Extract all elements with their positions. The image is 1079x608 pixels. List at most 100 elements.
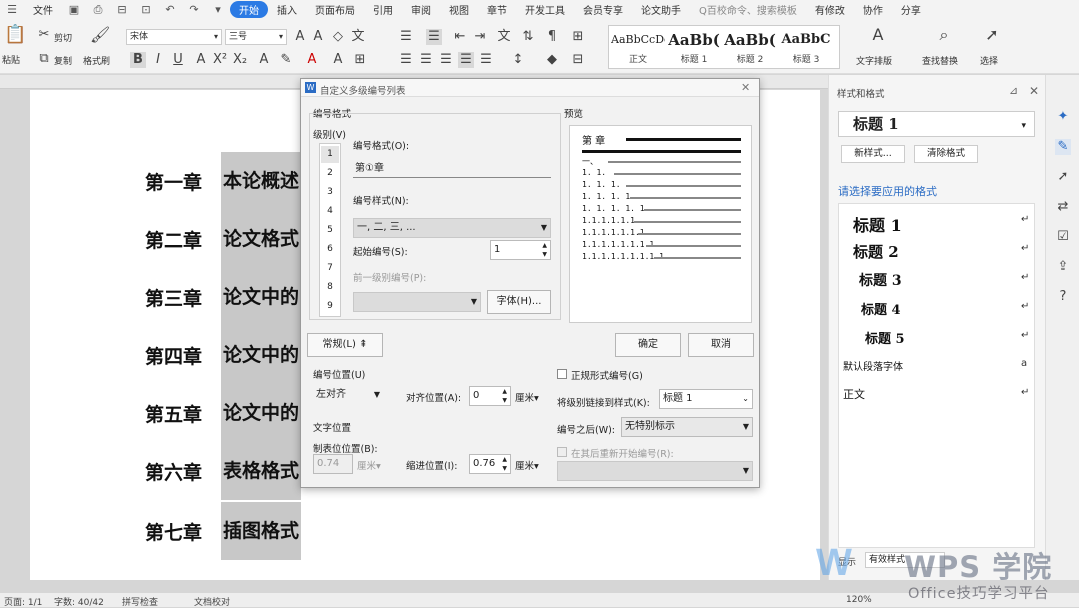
- help-icon[interactable]: ?: [1055, 289, 1071, 305]
- save-icon[interactable]: ▣: [66, 2, 82, 18]
- pen-tool-icon[interactable]: ✎: [1055, 139, 1071, 155]
- restart-select[interactable]: ▼: [557, 461, 753, 481]
- style-heading-3[interactable]: AaBbC 标题 3: [779, 28, 833, 66]
- tab-layout[interactable]: 页面布局: [306, 2, 364, 17]
- redo-icon[interactable]: ↷: [186, 2, 202, 18]
- table-icon[interactable]: ⊞: [570, 29, 586, 45]
- level-item-9[interactable]: 9: [321, 298, 339, 315]
- chapter-heading-7[interactable]: 第七章 插图格式: [145, 502, 302, 560]
- style-tool-icon[interactable]: ✦: [1055, 109, 1071, 125]
- tab-pos-spinner[interactable]: 0.74: [313, 454, 353, 474]
- char-border-icon[interactable]: A: [330, 52, 346, 68]
- panel-pin-icon[interactable]: ⊿: [1009, 84, 1018, 97]
- level-item-5[interactable]: 5: [321, 222, 339, 239]
- align-right-icon[interactable]: ☰: [438, 52, 454, 68]
- superscript-icon[interactable]: X²: [212, 52, 228, 68]
- style-heading-1[interactable]: AaBb(标题 1: [667, 28, 721, 66]
- tab-dev[interactable]: 开发工具: [516, 2, 574, 17]
- bullets-icon[interactable]: ☰: [398, 29, 414, 45]
- cursor-icon[interactable]: ➚: [984, 27, 1000, 43]
- chapter-heading-1[interactable]: 第一章 本论概述: [145, 152, 302, 210]
- tab-chapter[interactable]: 章节: [478, 2, 516, 17]
- tab-view[interactable]: 视图: [440, 2, 478, 17]
- chapter-heading-6[interactable]: 第六章 表格格式: [145, 442, 302, 500]
- shrink-font-icon[interactable]: A: [310, 29, 326, 45]
- level-item-3[interactable]: 3: [321, 184, 339, 201]
- level-item-4[interactable]: 4: [321, 203, 339, 220]
- search-box[interactable]: Q百校命令、搜索模板: [690, 2, 806, 17]
- spell-check[interactable]: 拼写检查: [122, 595, 158, 608]
- underline-icon[interactable]: U: [170, 52, 186, 68]
- clear-format-button[interactable]: 清除格式: [914, 145, 978, 163]
- cancel-button[interactable]: 取消: [688, 333, 754, 357]
- indent-spinner[interactable]: 0.76 ▲ ▼: [469, 454, 511, 474]
- format-input[interactable]: 第①章: [353, 160, 551, 178]
- level-item-1[interactable]: 1: [321, 146, 339, 163]
- text-effect-icon[interactable]: A: [256, 52, 272, 68]
- align-unit-select[interactable]: 厘米▾: [515, 390, 539, 404]
- style-normal[interactable]: AaBbCcDd正文: [611, 28, 665, 66]
- level-item-6[interactable]: 6: [321, 241, 339, 258]
- attribute-tool-icon[interactable]: ⇄: [1055, 199, 1071, 215]
- doc-check[interactable]: 文档校对: [194, 595, 230, 608]
- chapter-heading-5[interactable]: 第五章 论文中的: [145, 384, 302, 442]
- chinese-layout-icon[interactable]: 文: [496, 29, 512, 45]
- current-style-select[interactable]: 标题 1 ▾: [838, 111, 1035, 137]
- preview-icon[interactable]: ⊡: [138, 2, 154, 18]
- print-icon[interactable]: ⊟: [114, 2, 130, 18]
- strikethrough-icon[interactable]: A: [193, 52, 209, 68]
- undo-icon[interactable]: ↶: [162, 2, 178, 18]
- tab-start[interactable]: 开始: [230, 1, 268, 18]
- find-replace-label[interactable]: 查找替换: [922, 54, 958, 67]
- page-count[interactable]: 页面: 1/1: [4, 595, 42, 608]
- sort-icon[interactable]: ⇅: [520, 29, 536, 45]
- text-style-label[interactable]: 文字排版: [856, 54, 892, 67]
- level-item-2[interactable]: 2: [321, 165, 339, 182]
- paste-label[interactable]: 粘贴: [2, 53, 20, 66]
- numbering-icon[interactable]: ☰: [426, 29, 442, 45]
- char-shade-icon[interactable]: ⊞: [352, 52, 368, 68]
- paste-icon[interactable]: 📋: [4, 26, 26, 44]
- export-icon[interactable]: ⎙: [90, 2, 106, 18]
- clear-format-icon[interactable]: ◇: [330, 29, 346, 45]
- tab-insert[interactable]: 插入: [268, 2, 306, 17]
- italic-icon[interactable]: I: [150, 52, 166, 68]
- panel-close-icon[interactable]: ✕: [1029, 84, 1039, 98]
- align-left-icon[interactable]: ☰: [398, 52, 414, 68]
- style-item-default-font[interactable]: 默认段落字体: [843, 358, 903, 373]
- line-spacing-icon[interactable]: ↕: [510, 52, 526, 68]
- style-item-h5[interactable]: 标题 5: [865, 328, 905, 347]
- bold-icon[interactable]: B: [130, 52, 146, 68]
- cut-icon[interactable]: ✂: [36, 27, 52, 43]
- word-count[interactable]: 字数: 40/42: [54, 595, 104, 608]
- style-item-h2[interactable]: 标题 2: [853, 241, 899, 262]
- align-center-icon[interactable]: ☰: [418, 52, 434, 68]
- after-number-select[interactable]: 无特别标示 ▼: [621, 417, 753, 437]
- select-tool-icon[interactable]: ➚: [1055, 169, 1071, 185]
- format-painter-label[interactable]: 格式刷: [83, 54, 110, 67]
- tab-paper[interactable]: 论文助手: [632, 2, 690, 17]
- text-style-icon[interactable]: A: [870, 27, 886, 43]
- style-item-h3[interactable]: 标题 3: [859, 270, 902, 290]
- font-color-icon[interactable]: A: [304, 52, 320, 68]
- show-marks-icon[interactable]: ¶: [544, 29, 560, 45]
- format-painter-icon[interactable]: 🖌: [90, 27, 110, 43]
- chapter-heading-3[interactable]: 第三章 论文中的: [145, 268, 302, 326]
- ok-button[interactable]: 确定: [615, 333, 681, 357]
- grow-font-icon[interactable]: A: [292, 29, 308, 45]
- number-style-select[interactable]: 一, 二, 三, ... ▼: [353, 218, 551, 238]
- style-item-body[interactable]: 正文: [843, 386, 865, 402]
- style-heading-2[interactable]: AaBb(标题 2: [723, 28, 777, 66]
- alignment-select[interactable]: 左对齐 ▼: [313, 386, 383, 406]
- new-style-button[interactable]: 新样式...: [841, 145, 905, 163]
- link-style-select[interactable]: 标题 1 ⌄: [659, 389, 753, 409]
- outdent-icon[interactable]: ⇤: [452, 29, 468, 45]
- distribute-icon[interactable]: ☰: [478, 52, 494, 68]
- normal-toggle-button[interactable]: 常规(L) ⇞: [307, 333, 383, 357]
- border-icon[interactable]: ⊟: [570, 52, 586, 68]
- tab-references[interactable]: 引用: [364, 2, 402, 17]
- share-tool-icon[interactable]: ⇪: [1055, 259, 1071, 275]
- level-item-7[interactable]: 7: [321, 260, 339, 277]
- copy-label[interactable]: 复制: [54, 54, 72, 67]
- style-item-h4[interactable]: 标题 4: [861, 299, 901, 318]
